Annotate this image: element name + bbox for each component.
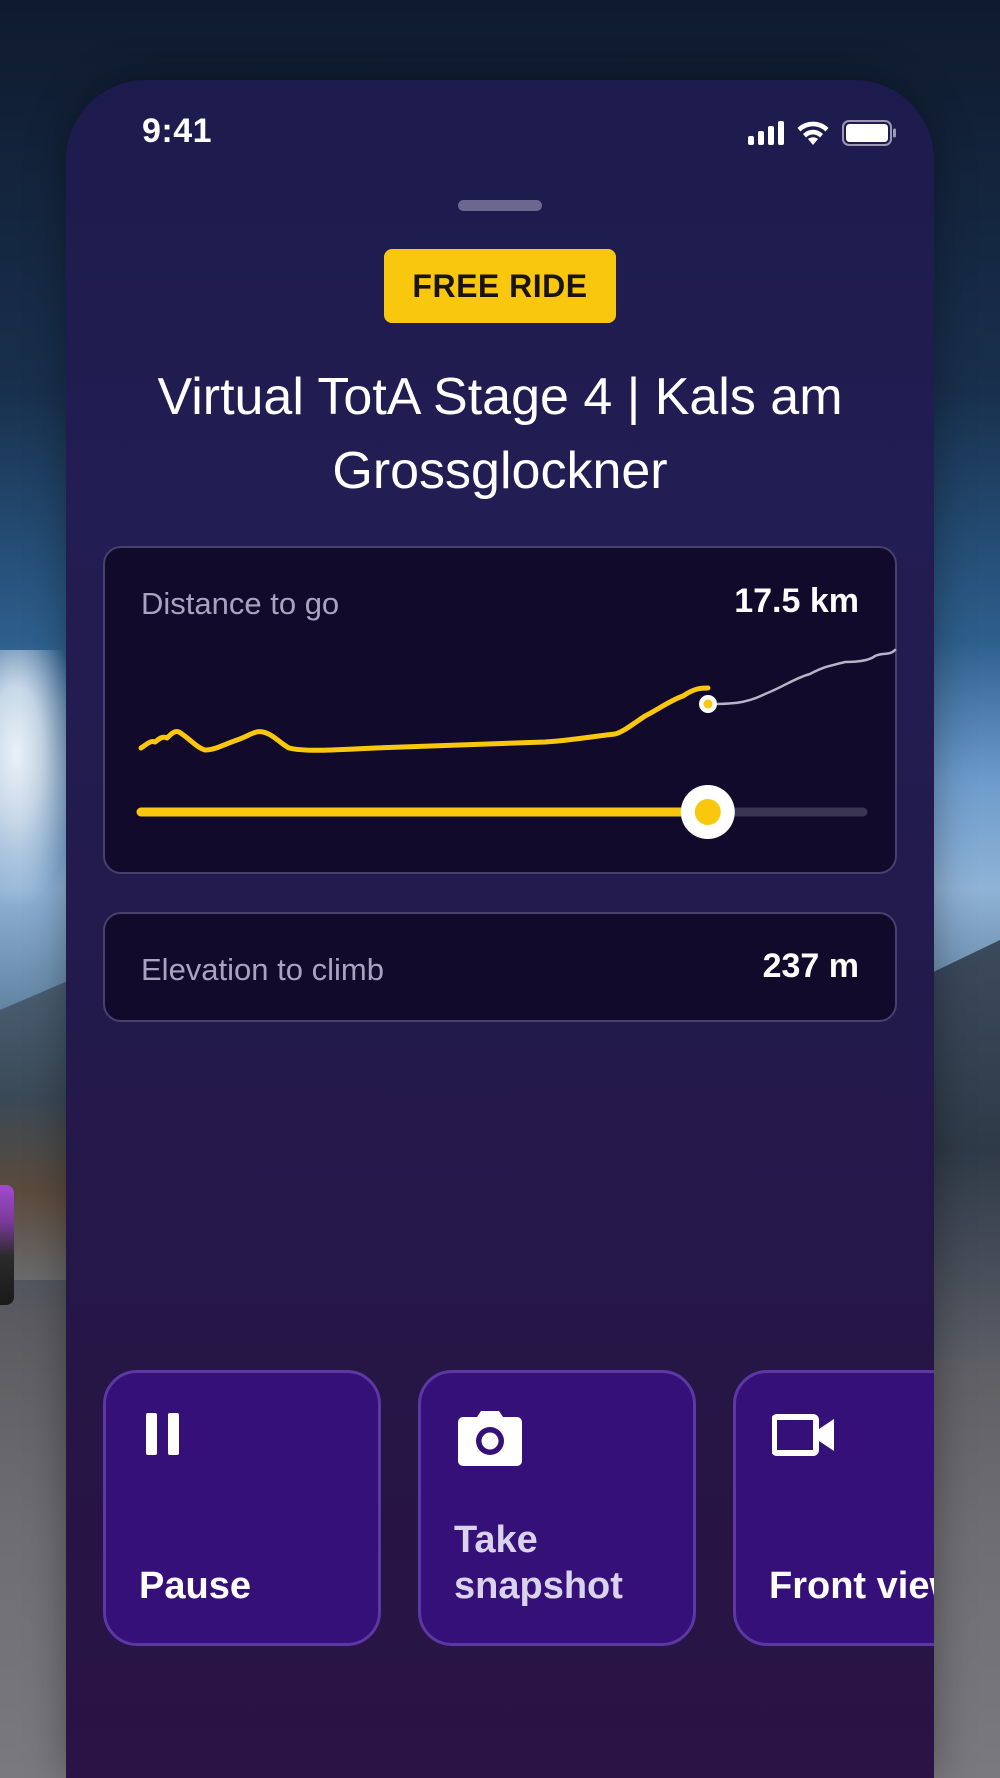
free-ride-badge: FREE RIDE — [384, 249, 616, 323]
signal-icon — [748, 121, 784, 145]
elevation-label: Elevation to climb — [141, 952, 384, 987]
status-bar: 9:41 — [66, 80, 934, 180]
wifi-icon — [796, 120, 830, 146]
elevation-card: Elevation to climb 237 m — [103, 912, 897, 1022]
front-view-button[interactable]: Front view — [733, 1370, 934, 1646]
status-time: 9:41 — [142, 112, 213, 150]
video-camera-icon — [771, 1411, 836, 1464]
pause-button[interactable]: Pause — [103, 1370, 381, 1646]
take-snapshot-button[interactable]: Take snapshot — [418, 1370, 696, 1646]
distance-card: Distance to go 17.5 km — [103, 546, 897, 874]
progress-slider[interactable] — [105, 548, 899, 876]
status-icons — [748, 118, 898, 148]
front-view-label: Front view — [769, 1565, 934, 1607]
battery-icon — [842, 120, 898, 146]
ride-title: Virtual TotA Stage 4 | Kals am Grossgloc… — [157, 368, 843, 500]
take-snapshot-label: Take snapshot — [454, 1519, 623, 1607]
background-cyclist — [0, 1185, 14, 1305]
elevation-value: 237 m — [762, 947, 859, 985]
pause-label: Pause — [139, 1565, 251, 1607]
camera-icon — [457, 1411, 523, 1472]
pause-icon — [142, 1411, 186, 1464]
sheet-grabber[interactable] — [458, 200, 542, 211]
background-mountain-right — [930, 940, 1000, 1360]
ride-sheet: 9:41 FREE RIDE Virtual TotA Stage 4 | Ka… — [66, 80, 934, 1778]
